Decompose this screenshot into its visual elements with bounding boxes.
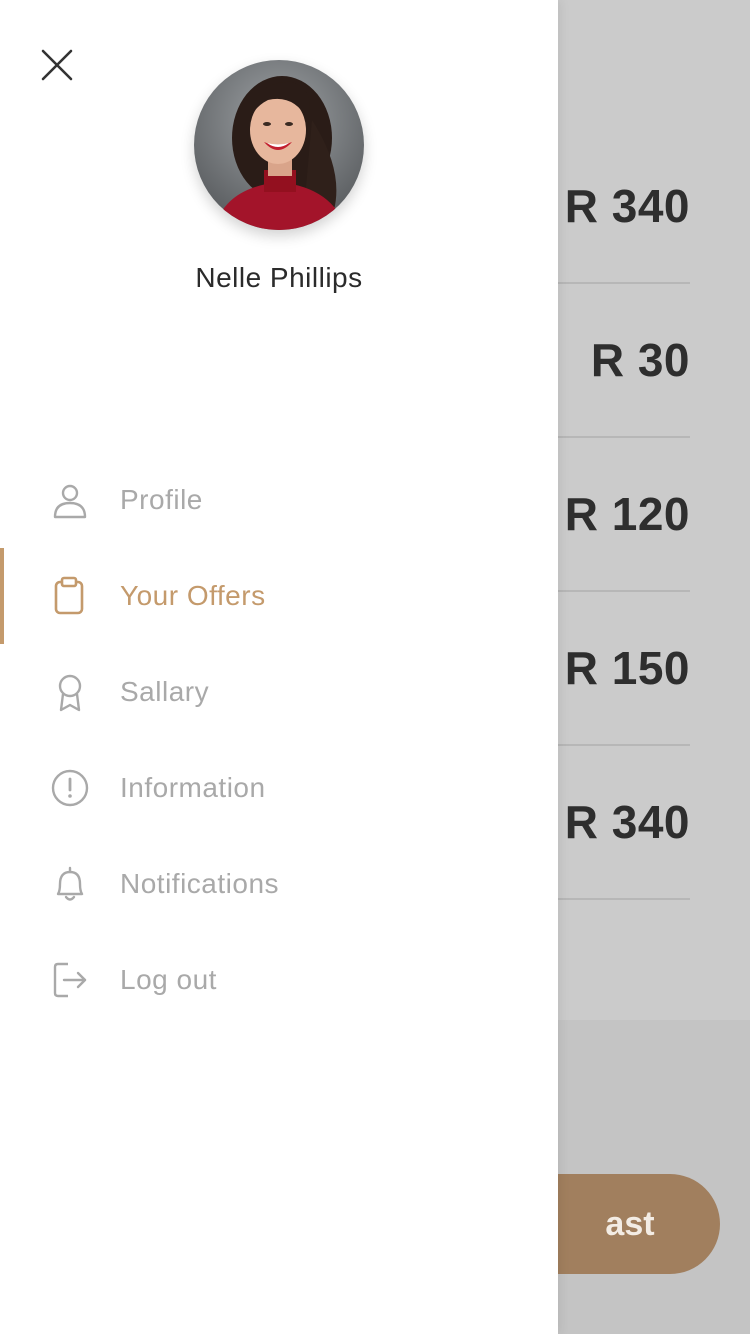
price-label: R 150 bbox=[564, 642, 690, 694]
bell-icon bbox=[56, 866, 84, 901]
menu-item-notifications[interactable]: Notifications bbox=[0, 836, 558, 932]
menu-item-label: Log out bbox=[120, 964, 217, 995]
menu-item-label: Your Offers bbox=[120, 580, 266, 611]
active-indicator bbox=[0, 548, 4, 644]
navigation-drawer: Nelle Phillips Profile Your Offers Salla… bbox=[0, 0, 558, 1334]
user-icon bbox=[53, 484, 87, 519]
primary-action-label: ast bbox=[605, 1204, 655, 1243]
menu-item-label: Sallary bbox=[120, 676, 210, 707]
award-icon bbox=[58, 674, 82, 712]
drawer-menu: Profile Your Offers Sallary Information … bbox=[0, 452, 558, 1028]
menu-item-label: Notifications bbox=[120, 868, 280, 899]
price-label: R 120 bbox=[564, 488, 690, 540]
logout-icon bbox=[53, 962, 87, 998]
price-label: R 340 bbox=[564, 796, 690, 848]
alert-circle-icon bbox=[51, 769, 89, 807]
menu-item-profile[interactable]: Profile bbox=[0, 452, 558, 548]
menu-item-sallary[interactable]: Sallary bbox=[0, 644, 558, 740]
close-icon bbox=[41, 49, 73, 81]
menu-item-log-out[interactable]: Log out bbox=[0, 932, 558, 1028]
price-label: R 30 bbox=[590, 334, 690, 386]
menu-item-your-offers[interactable]: Your Offers bbox=[0, 548, 558, 644]
menu-item-information[interactable]: Information bbox=[0, 740, 558, 836]
user-name: Nelle Phillips bbox=[195, 262, 363, 293]
avatar[interactable] bbox=[194, 60, 364, 230]
avatar-photo bbox=[194, 60, 364, 230]
menu-item-label: Information bbox=[120, 772, 266, 803]
clipboard-icon bbox=[54, 576, 84, 615]
price-label: R 340 bbox=[564, 180, 690, 232]
menu-item-label: Profile bbox=[120, 484, 203, 515]
close-button[interactable] bbox=[36, 44, 78, 86]
